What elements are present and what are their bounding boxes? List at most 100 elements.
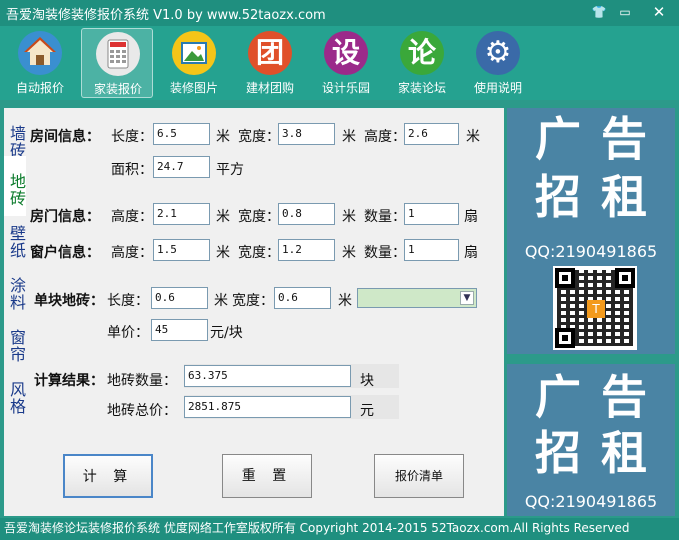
tab-floor-tile[interactable]: 地砖 — [4, 156, 26, 216]
calc-panel: 墙砖 地砖 壁纸 涂料 窗帘 风格 房间信息： 长度： 6.5 米 宽度： 3.… — [4, 108, 504, 516]
unit-label: 米 — [216, 245, 230, 261]
tile-price-input[interactable]: 45 — [151, 319, 208, 341]
room-height-input[interactable]: 2.6 — [404, 123, 459, 145]
unit-label: 扇 — [464, 209, 478, 225]
window-count-label: 数量： — [364, 245, 406, 261]
unit-label: 元/块 — [210, 325, 243, 341]
tab-curtain[interactable]: 窗帘 — [4, 312, 26, 372]
side-tabs: 墙砖 地砖 壁纸 涂料 窗帘 风格 — [4, 108, 26, 415]
unit-label: 平方 — [216, 162, 244, 178]
unit-label: 米 — [216, 209, 230, 225]
tile-length-input[interactable]: 0.6 — [151, 287, 208, 309]
ad-panel-top[interactable]: 广告 招租 QQ:2190491865 T — [507, 108, 675, 354]
tool-label: 建材团购 — [245, 81, 294, 95]
door-count-input[interactable]: 1 — [404, 203, 459, 225]
tile-count-output: 63.375 — [184, 365, 351, 387]
tool-decor-pictures[interactable]: 装修图片 — [158, 28, 230, 98]
she-icon: 设 — [324, 31, 368, 75]
room-width-input[interactable]: 3.8 — [278, 123, 335, 145]
ad-text: 招租 — [535, 426, 667, 480]
unit-label: 元 — [360, 403, 374, 419]
window-count-input[interactable]: 1 — [404, 239, 459, 261]
door-height-input[interactable]: 2.1 — [153, 203, 210, 225]
reset-button[interactable]: 重 置 — [222, 454, 312, 498]
unit-label: 米 — [216, 129, 230, 145]
ad-text: 广告 — [535, 370, 667, 424]
tool-auto-quote[interactable]: 自动报价 — [4, 28, 76, 98]
room-area-input[interactable]: 24.7 — [153, 156, 210, 178]
door-height-label: 高度： — [111, 209, 153, 225]
status-bar: 吾爱淘装修论坛装修报价系统 优度网络工作室版权所有 Copyright 2014… — [0, 518, 679, 540]
calculator-icon — [96, 32, 140, 76]
gear-icon: ⚙ — [476, 31, 520, 75]
unit-label: 米 — [214, 293, 228, 309]
room-length-label: 长度： — [111, 129, 153, 145]
logo-icon: T — [587, 300, 605, 318]
room-width-label: 宽度： — [238, 129, 280, 145]
tool-label: 使用说明 — [473, 81, 522, 95]
result-section-label: 计算结果： — [34, 373, 104, 389]
ad-text: 招租 — [535, 170, 667, 224]
window-height-input[interactable]: 1.5 — [153, 239, 210, 261]
house-icon — [18, 31, 62, 75]
room-area-label: 面积： — [111, 162, 153, 178]
quote-list-button[interactable]: 报价清单 — [374, 454, 464, 498]
tile-width-input[interactable]: 0.6 — [274, 287, 331, 309]
tile-length-label: 长度： — [107, 293, 149, 309]
tool-label: 家装论坛 — [397, 81, 446, 95]
window-height-label: 高度： — [111, 245, 153, 261]
title-bar: 吾爱淘装修装修报价系统 V1.0 by www.52taozx.com 👕 ▭ … — [0, 0, 679, 26]
minimize-icon[interactable]: ▭ — [614, 3, 636, 21]
door-section-label: 房门信息： — [30, 209, 100, 225]
window-title: 吾爱淘装修装修报价系统 V1.0 by www.52taozx.com — [6, 8, 326, 23]
lun-icon: 论 — [400, 31, 444, 75]
window-width-label: 宽度： — [238, 245, 280, 261]
ad-text: 广告 — [535, 112, 667, 166]
total-price-output: 2851.875 — [184, 396, 351, 418]
unit-label: 米 — [466, 129, 480, 145]
tab-style[interactable]: 风格 — [4, 364, 26, 424]
door-count-label: 数量： — [364, 209, 406, 225]
tab-wallpaper[interactable]: 壁纸 — [4, 208, 26, 268]
tool-home-quote[interactable]: 家装报价 — [81, 28, 153, 98]
ad-qq: QQ:2190491865 — [524, 492, 658, 511]
tile-section-label: 单块地砖： — [34, 293, 104, 309]
ad-panel-bottom[interactable]: 广告 招租 QQ:2190491865 — [507, 364, 675, 516]
chevron-down-icon[interactable]: ▼ — [460, 291, 474, 305]
tool-help[interactable]: ⚙ 使用说明 — [462, 28, 534, 98]
tool-label: 自动报价 — [15, 81, 64, 95]
tuan-icon: 团 — [248, 31, 292, 75]
room-section-label: 房间信息： — [30, 129, 100, 145]
window-width-input[interactable]: 1.2 — [278, 239, 335, 261]
unit-label: 米 — [342, 245, 356, 261]
room-length-input[interactable]: 6.5 — [153, 123, 210, 145]
qr-code: T — [553, 266, 637, 350]
tile-count-label: 地砖数量： — [107, 373, 177, 389]
close-icon[interactable]: ✕ — [648, 3, 670, 21]
tile-price-label: 单价： — [107, 325, 149, 341]
tool-forum[interactable]: 论 家装论坛 — [386, 28, 458, 98]
unit-label: 米 — [338, 293, 352, 309]
door-width-label: 宽度： — [238, 209, 280, 225]
tab-paint[interactable]: 涂料 — [4, 260, 26, 320]
tool-group-buy[interactable]: 团 建材团购 — [234, 28, 306, 98]
unit-label: 米 — [342, 209, 356, 225]
tool-label: 装修图片 — [169, 81, 218, 95]
picture-icon — [172, 31, 216, 75]
tool-design[interactable]: 设 设计乐园 — [310, 28, 382, 98]
ad-qq: QQ:2190491865 — [524, 242, 658, 261]
toolbar: 自动报价 家装报价 装修图片 团 建材团购 设 设计乐园 论 家装论坛 ⚙ 使用… — [0, 26, 679, 100]
unit-label: 块 — [360, 373, 374, 389]
window-section-label: 窗户信息： — [30, 245, 100, 261]
door-width-input[interactable]: 0.8 — [278, 203, 335, 225]
tool-label: 设计乐园 — [321, 81, 370, 95]
total-price-label: 地砖总价： — [107, 403, 177, 419]
unit-label: 米 — [342, 129, 356, 145]
tile-type-select[interactable]: ▼ — [357, 288, 477, 308]
unit-label: 扇 — [464, 245, 478, 261]
tool-label: 家装报价 — [93, 82, 142, 96]
calculate-button[interactable]: 计 算 — [63, 454, 153, 498]
tile-width-label: 宽度： — [232, 293, 274, 309]
skin-icon[interactable]: 👕 — [588, 3, 610, 21]
room-height-label: 高度： — [364, 129, 406, 145]
